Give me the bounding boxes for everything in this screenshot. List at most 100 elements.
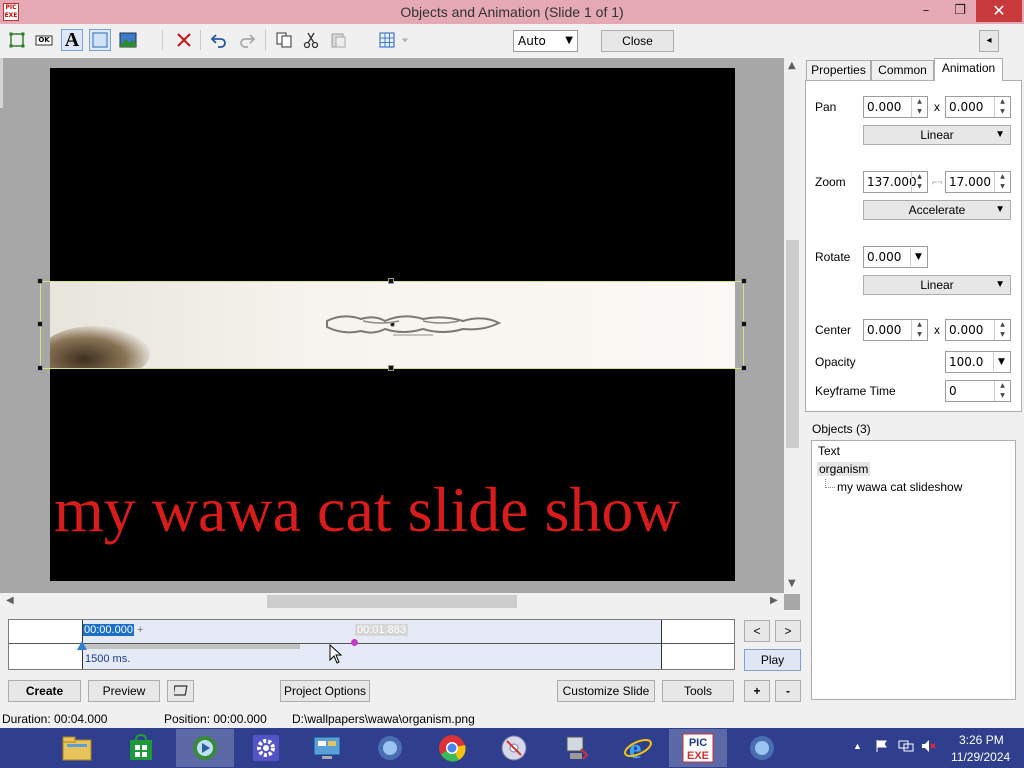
scroll-right-icon[interactable]: ▶: [770, 595, 778, 606]
rotate-input[interactable]: 0.000 ▼: [863, 246, 928, 268]
keyframe-timeline[interactable]: 00:00.000 + 00:01.883 1500 ms.: [8, 619, 735, 670]
play-button[interactable]: Play: [744, 649, 801, 671]
zoom-y-input[interactable]: 17.000 ▲ ▼: [945, 171, 1011, 193]
paste-icon[interactable]: [327, 29, 349, 51]
redo-icon[interactable]: [236, 29, 258, 51]
browser-2-icon[interactable]: [733, 729, 791, 767]
spin-arrows-icon[interactable]: ▲ ▼: [911, 172, 927, 192]
preview-button[interactable]: Preview: [88, 680, 160, 702]
rotate-mode-select[interactable]: Linear ▼: [863, 275, 1011, 295]
spin-arrows-icon[interactable]: ▲ ▼: [994, 381, 1010, 401]
prev-keyframe-button[interactable]: <: [744, 620, 770, 642]
zoom-mode-value: Accelerate: [908, 203, 966, 217]
vertical-scroll-thumb[interactable]: [786, 240, 799, 448]
add-rectangle-icon[interactable]: [89, 29, 111, 51]
add-image-icon[interactable]: [117, 29, 139, 51]
resize-handle[interactable]: [741, 365, 747, 371]
resize-handle[interactable]: [741, 278, 747, 284]
next-keyframe-button[interactable]: >: [775, 620, 801, 642]
tray-time[interactable]: 3:26 PM: [959, 733, 1004, 747]
close-window-button[interactable]: ✕: [976, 0, 1022, 22]
chevron-down-icon[interactable]: ▼: [910, 248, 926, 266]
screen-icon-button[interactable]: [167, 680, 194, 702]
maximize-button[interactable]: ❐: [946, 0, 974, 22]
store-icon[interactable]: [112, 729, 170, 767]
spin-arrows-icon[interactable]: ▲ ▼: [994, 97, 1010, 117]
keyframe-marker[interactable]: [351, 639, 358, 646]
control-panel-icon[interactable]: [298, 729, 356, 767]
playhead-marker[interactable]: [77, 641, 87, 650]
grid-icon[interactable]: [376, 29, 398, 51]
pan-y-input[interactable]: 0.000 ▲ ▼: [945, 96, 1011, 118]
add-text-icon[interactable]: A: [61, 29, 83, 51]
vertical-scrollbar[interactable]: ▲ ▼: [784, 58, 801, 594]
center-point[interactable]: [390, 322, 395, 327]
chrome-icon[interactable]: [423, 729, 481, 767]
center-y-input[interactable]: 0.000 ▲ ▼: [945, 319, 1011, 341]
chevron-down-icon[interactable]: ▼: [993, 353, 1009, 371]
flag-icon[interactable]: [875, 739, 889, 756]
zoom-mode-select[interactable]: Accelerate ▼: [863, 200, 1011, 220]
tools-button[interactable]: Tools: [662, 680, 734, 702]
object-item-text[interactable]: Text: [818, 444, 840, 458]
spin-arrows-icon[interactable]: ▲ ▼: [911, 97, 927, 117]
resize-handle[interactable]: [37, 365, 43, 371]
zoom-x-input[interactable]: 137.000 ▲ ▼: [863, 171, 928, 193]
customize-slide-button[interactable]: Customize Slide: [557, 680, 655, 702]
tray-date[interactable]: 11/29/2024: [951, 750, 1010, 764]
scroll-left-icon[interactable]: ◀: [6, 595, 14, 606]
add-keyframe-button[interactable]: +: [744, 680, 770, 702]
zoom-link-icon[interactable]: ⌐¬: [932, 177, 943, 187]
objects-tree[interactable]: Text organism my wawa cat slideshow: [811, 440, 1016, 700]
tab-animation[interactable]: Animation: [934, 58, 1003, 81]
horizontal-scroll-thumb[interactable]: [267, 595, 517, 608]
resize-handle[interactable]: [37, 321, 43, 327]
copy-icon[interactable]: [273, 29, 295, 51]
project-options-button[interactable]: Project Options: [280, 680, 370, 702]
tab-common[interactable]: Common: [871, 60, 934, 80]
media-player-icon[interactable]: [176, 729, 234, 767]
pan-mode-select[interactable]: Linear ▼: [863, 125, 1011, 145]
collapse-panel-button[interactable]: ◂: [979, 30, 999, 52]
volume-muted-icon[interactable]: [921, 739, 937, 756]
object-item-organism[interactable]: organism: [817, 462, 871, 476]
tab-properties[interactable]: Properties: [806, 60, 871, 80]
create-button[interactable]: Create: [8, 680, 81, 702]
cut-icon[interactable]: [300, 29, 322, 51]
disc-icon[interactable]: [485, 729, 543, 767]
minimize-button[interactable]: –: [912, 0, 940, 22]
object-item-caption[interactable]: my wawa cat slideshow: [837, 480, 962, 494]
internet-explorer-icon[interactable]: e: [609, 729, 667, 767]
show-hidden-icons-icon[interactable]: ▲: [853, 741, 862, 751]
settings-gear-icon[interactable]: [237, 729, 295, 767]
slide-caption-text[interactable]: my wawa cat slide show: [54, 474, 739, 546]
close-button[interactable]: Close: [601, 30, 674, 52]
add-button-icon[interactable]: OK: [33, 29, 55, 51]
center-x-input[interactable]: 0.000 ▲ ▼: [863, 319, 928, 341]
undo-icon[interactable]: [208, 29, 230, 51]
resize-handle[interactable]: [741, 321, 747, 327]
file-explorer-icon[interactable]: [48, 729, 106, 767]
scroll-up-icon[interactable]: ▲: [788, 60, 796, 71]
spin-arrows-icon[interactable]: ▲ ▼: [994, 172, 1010, 192]
grid-dropdown-icon[interactable]: [398, 29, 412, 51]
scroll-down-icon[interactable]: ▼: [788, 578, 796, 589]
pan-x-input[interactable]: 0.000 ▲ ▼: [863, 96, 928, 118]
delete-icon[interactable]: [173, 29, 195, 51]
browser-icon[interactable]: [361, 729, 419, 767]
spin-arrows-icon[interactable]: ▲ ▼: [994, 320, 1010, 340]
keyframe-time-input[interactable]: 0 ▲ ▼: [945, 380, 1011, 402]
opacity-input[interactable]: 100.0 ▼: [945, 351, 1011, 373]
resize-handle[interactable]: [37, 278, 43, 284]
resize-handle[interactable]: [388, 278, 394, 284]
remove-keyframe-button[interactable]: -: [775, 680, 801, 702]
horizontal-scrollbar[interactable]: ◀ ▶: [0, 593, 784, 610]
resize-handle[interactable]: [388, 365, 394, 371]
spin-arrows-icon[interactable]: ▲ ▼: [911, 320, 927, 340]
network-icon[interactable]: [898, 739, 914, 756]
zoom-y-value: 17.000: [949, 175, 991, 189]
network-computer-icon[interactable]: [547, 729, 605, 767]
pic-exe-icon[interactable]: PIC EXE: [669, 729, 727, 767]
zoom-select[interactable]: Auto ▼: [513, 30, 578, 52]
add-frame-icon[interactable]: [6, 29, 28, 51]
